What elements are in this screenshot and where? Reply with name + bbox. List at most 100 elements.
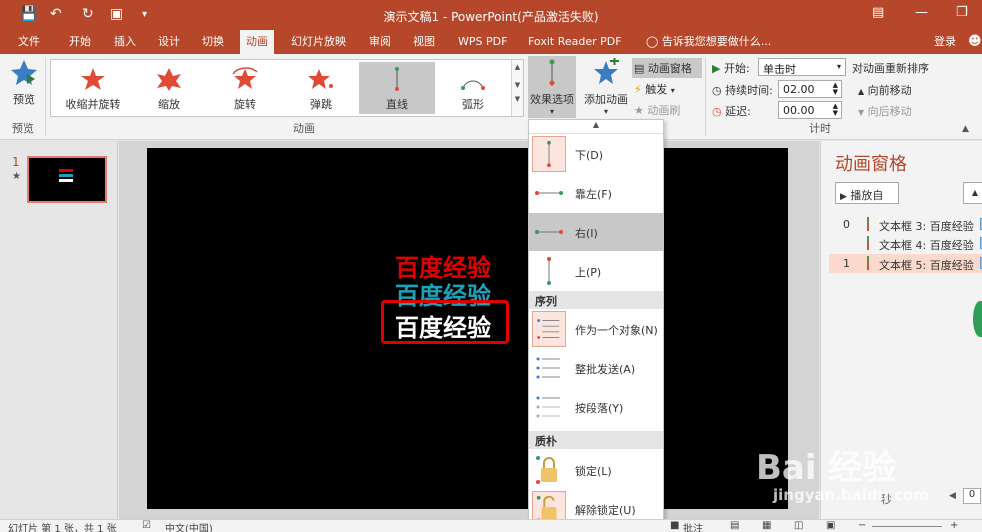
animation-spin[interactable]: 旋转 xyxy=(207,62,283,114)
start-value: 单击时 xyxy=(763,63,796,76)
direction-right[interactable]: 右(I) xyxy=(529,213,663,251)
zoom-in-icon[interactable]: + xyxy=(950,520,958,531)
scroll-left-icon[interactable]: ◀ xyxy=(949,491,956,501)
start-select[interactable]: 单击时 ▾ xyxy=(758,58,846,76)
side-tab-icon[interactable] xyxy=(973,301,982,337)
direction-left[interactable]: 靠左(F) xyxy=(529,174,663,212)
tab-transitions[interactable]: 切换 xyxy=(196,30,230,54)
slide-thumbnail[interactable] xyxy=(27,156,107,203)
gallery-expand-icon[interactable]: ▼ xyxy=(512,95,523,103)
animation-arcs[interactable]: 弧形 xyxy=(435,62,511,114)
up-triangle-icon: ▲ xyxy=(858,87,865,96)
user-icon[interactable]: ☻ xyxy=(962,30,982,54)
normal-view-icon[interactable]: ▤ xyxy=(730,520,739,531)
clock-icon: ◷ xyxy=(712,84,722,97)
slide-sorter-icon[interactable]: ▦ xyxy=(762,520,771,531)
animation-list-item[interactable]: 0 文本框 3: 百度经验 xyxy=(829,215,982,234)
sequence-label: 整批发送(A) xyxy=(575,363,636,376)
spinner-icon[interactable]: ▲ ▼ xyxy=(833,103,838,117)
animation-group-label: 动画 xyxy=(293,122,315,135)
lightbulb-icon: ◯ xyxy=(646,35,659,48)
scroll-down-icon[interactable]: ▼ xyxy=(512,81,523,89)
status-bar: 幻灯片 第 1 张，共 1 张 ☑ 中文(中国) ■ 批注 ▤ ▦ ◫ ▣ − … xyxy=(0,519,982,532)
direction-up[interactable]: 上(P) xyxy=(529,252,663,290)
start-label-row: ▶ 开始: xyxy=(712,60,750,76)
notes-button[interactable]: 批注 xyxy=(683,520,703,532)
trigger-button[interactable]: ⚡ 触发 ▾ xyxy=(634,81,675,97)
tab-insert[interactable]: 插入 xyxy=(108,30,142,54)
sequence-by-paragraph[interactable]: 按段落(Y) xyxy=(529,388,663,426)
sequence-as-one-object[interactable]: 作为一个对象(N) xyxy=(529,310,663,348)
tab-home[interactable]: 开始 xyxy=(63,30,97,54)
slide-canvas[interactable]: 百度经验 百度经验 百度经验 xyxy=(147,148,788,509)
preview-button[interactable]: 预览 xyxy=(6,58,42,114)
tab-design[interactable]: 设计 xyxy=(152,30,186,54)
window-title: 演示文稿1 - PowerPoint(产品激活失败) xyxy=(383,10,599,24)
burst-star-icon xyxy=(81,68,105,90)
ribbon-tabs: 文件 开始 插入 设计 切换 动画 幻灯片放映 审阅 视图 WPS PDF Fo… xyxy=(0,30,982,54)
slideshow-view-icon[interactable]: ▣ xyxy=(826,520,835,531)
zoom-value[interactable]: 0 xyxy=(963,488,981,504)
tab-slideshow[interactable]: 幻灯片放映 xyxy=(285,30,352,54)
add-animation-button[interactable]: 添加动画 ▾ xyxy=(582,57,630,116)
animation-painter-button[interactable]: ★ 动画刷 xyxy=(634,102,680,118)
play-from-button[interactable]: ▶ 播放自 xyxy=(835,182,899,204)
animation-pane-label: 动画窗格 xyxy=(647,62,692,75)
effect-options-button[interactable]: 效果选项 ▾ xyxy=(528,56,576,118)
tell-me-box[interactable]: ◯ 告诉我您想要做什么... xyxy=(640,30,777,54)
sequence-header: 序列 xyxy=(529,291,663,309)
animation-list-item-selected[interactable]: 1 文本框 5: 百度经验 xyxy=(829,254,982,273)
ribbon-display-icon[interactable]: ▤ xyxy=(872,5,884,20)
tab-wps-pdf[interactable]: WPS PDF xyxy=(452,30,513,54)
zoom-star-icon xyxy=(157,68,181,91)
divider xyxy=(705,58,706,136)
effect-options-icon xyxy=(549,59,555,86)
tab-file[interactable]: 文件 xyxy=(12,30,46,54)
scroll-up-icon[interactable]: ▲ xyxy=(512,63,523,71)
gallery-label: 直线 xyxy=(386,98,408,111)
move-earlier-button[interactable]: ▲ 向前移动 xyxy=(858,82,912,98)
lock-option[interactable]: 锁定(L) xyxy=(529,451,663,489)
dropdown-arrow-icon: ▾ xyxy=(549,107,554,116)
direction-down[interactable]: 下(D) xyxy=(529,135,663,173)
zoom-out-icon[interactable]: − xyxy=(858,520,866,531)
spellcheck-icon[interactable]: ☑ xyxy=(142,520,151,531)
animation-bounce[interactable]: 弹跳 xyxy=(283,62,359,114)
animation-pane-button[interactable]: ▤ 动画窗格 xyxy=(632,58,702,78)
move-up-icon[interactable]: ▲ xyxy=(963,182,982,204)
move-later-button[interactable]: ▼ 向后移动 xyxy=(858,103,912,119)
delay-input[interactable]: 00.00 ▲ ▼ xyxy=(778,101,842,119)
sequence-all-at-once[interactable]: 整批发送(A) xyxy=(529,349,663,387)
animation-painter-label: 动画刷 xyxy=(647,104,681,117)
collapse-ribbon-icon[interactable]: ▲ xyxy=(962,124,969,134)
duration-input[interactable]: 02.00 ▲ ▼ xyxy=(778,80,842,98)
notes-icon[interactable]: ■ xyxy=(670,520,679,531)
tab-view[interactable]: 视图 xyxy=(407,30,441,54)
minimize-icon[interactable]: — xyxy=(915,5,928,20)
animation-list-item[interactable]: 文本框 4: 百度经验 xyxy=(829,234,982,253)
menu-scroll-up-icon[interactable]: ▲ xyxy=(529,120,663,134)
animation-lines[interactable]: 直线 xyxy=(359,62,435,114)
sign-in-link[interactable]: 登录 xyxy=(928,30,962,54)
animation-shrink-rotate[interactable]: 收缩并旋转 xyxy=(55,62,131,114)
gallery-scrollbar[interactable]: ▲ ▼ ▼ xyxy=(511,60,523,116)
play-icon: ▶ xyxy=(840,192,847,202)
maximize-icon[interactable]: ❐ xyxy=(956,5,968,20)
tab-review[interactable]: 审阅 xyxy=(363,30,397,54)
timing-group-label: 计时 xyxy=(809,122,831,135)
tab-animations[interactable]: 动画 xyxy=(240,30,274,54)
tab-foxit-pdf[interactable]: Foxit Reader PDF xyxy=(522,30,628,54)
lightning-icon: ⚡ xyxy=(634,83,642,96)
spin-star-icon xyxy=(232,67,258,89)
reading-view-icon[interactable]: ◫ xyxy=(794,520,803,531)
ribbon: 预览 预览 收缩并旋转 缩放 旋转 弹跳 直线 弧形 ▲ ▼ ▼ 动画 效果选项… xyxy=(0,54,982,140)
slide-text-white[interactable]: 百度经验 xyxy=(395,308,491,343)
animation-zoom[interactable]: 缩放 xyxy=(131,62,207,114)
zoom-slider[interactable] xyxy=(872,526,942,527)
language[interactable]: 中文(中国) xyxy=(165,520,213,532)
right-path-icon xyxy=(535,230,563,234)
spinner-icon[interactable]: ▲ ▼ xyxy=(833,82,838,96)
lock-icon xyxy=(536,456,557,484)
all-at-once-icon xyxy=(536,357,560,379)
preview-label: 预览 xyxy=(13,93,35,106)
